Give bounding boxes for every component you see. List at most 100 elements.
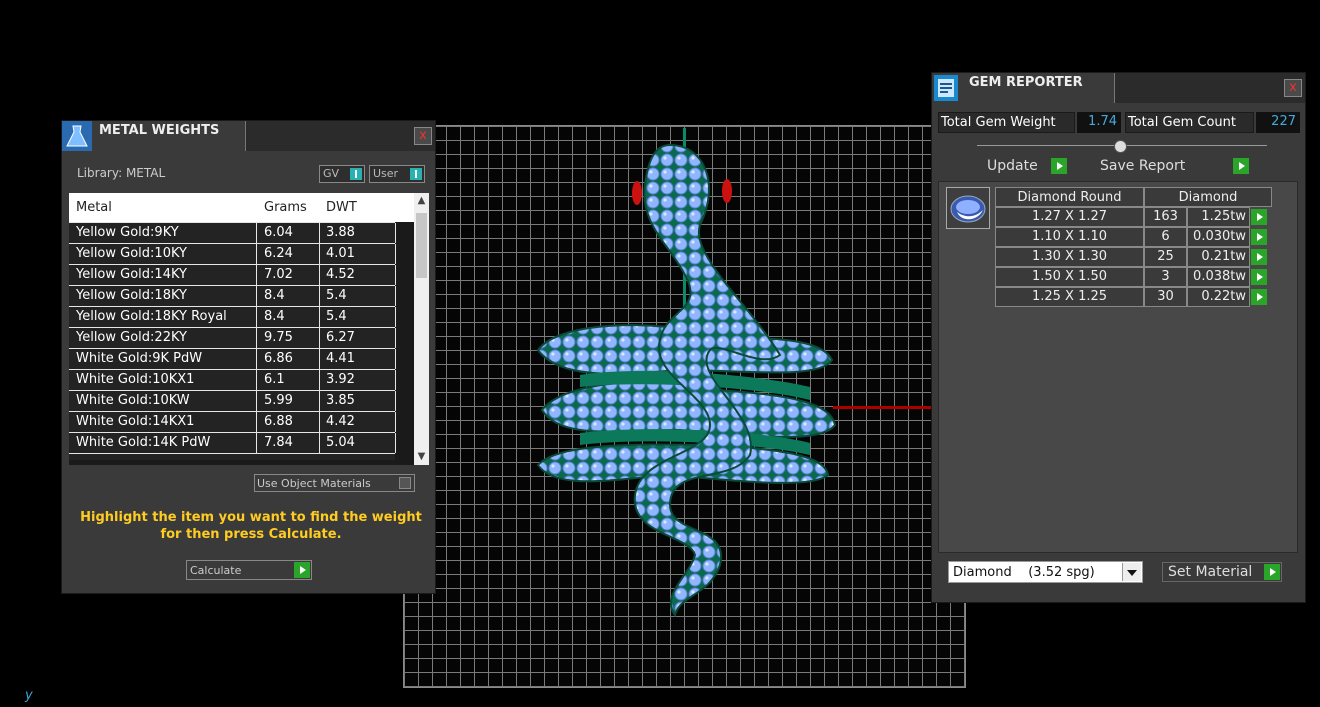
table-row[interactable]: White Gold:14KX1 6.88 4.42: [69, 411, 396, 432]
column-divider: [256, 412, 257, 432]
material-dropdown[interactable]: Diamond (3.52 spg): [948, 561, 1143, 583]
scroll-up-icon[interactable]: ▲: [414, 193, 429, 209]
grams-cell: 6.1: [264, 372, 285, 387]
table-row[interactable]: White Gold:14K PdW 7.84 5.04: [69, 432, 396, 453]
radio-icon[interactable]: [399, 477, 411, 489]
column-divider: [395, 223, 396, 243]
table-row[interactable]: Yellow Gold:18KY 8.4 5.4: [69, 285, 396, 306]
play-arrow-icon[interactable]: [1251, 269, 1267, 285]
gem-reporter-titlebar[interactable]: GEM REPORTER x: [932, 73, 1305, 103]
column-divider: [319, 328, 320, 348]
play-arrow-icon[interactable]: [1233, 158, 1249, 174]
gv-toggle[interactable]: GV: [319, 165, 365, 183]
column-divider: [395, 244, 396, 264]
metal-name-cell: White Gold:10KX1: [76, 372, 195, 387]
column-divider: [256, 307, 257, 327]
table-row[interactable]: Yellow Gold:10KY 6.24 4.01: [69, 243, 396, 264]
play-arrow-icon[interactable]: [294, 562, 310, 578]
metal-name-cell: Yellow Gold:10KY: [76, 246, 187, 261]
column-divider: [256, 286, 257, 306]
gem-row[interactable]: 1.27 X 1.27 163 1.25tw: [995, 207, 1275, 227]
gem-row[interactable]: 1.10 X 1.10 6 0.030tw: [995, 227, 1275, 247]
column-divider: [319, 223, 320, 243]
dwt-cell: 3.92: [326, 372, 355, 387]
play-arrow-icon[interactable]: [1264, 564, 1280, 580]
save-report-button[interactable]: Save Report: [1100, 157, 1252, 177]
table-row[interactable]: White Gold:10KW 5.99 3.85: [69, 390, 396, 411]
gem-weight-cell: 0.21tw: [1187, 247, 1250, 267]
column-divider: [395, 391, 396, 411]
metal-table-scrollbar[interactable]: ▲ ▼: [414, 193, 429, 465]
grams-cell: 7.84: [264, 435, 293, 450]
gem-weight-cell: 0.038tw: [1187, 267, 1250, 287]
table-row-partial[interactable]: [69, 453, 395, 460]
play-arrow-icon[interactable]: [1251, 209, 1267, 225]
gem-row[interactable]: 1.30 X 1.30 25 0.21tw: [995, 247, 1275, 267]
column-divider: [256, 391, 257, 411]
gem-reporter-panel: GEM REPORTER x Total Gem Weight 1.74 Tot…: [931, 72, 1306, 603]
close-button[interactable]: x: [414, 127, 432, 145]
scroll-thumb[interactable]: [416, 213, 427, 278]
gem-row[interactable]: 1.50 X 1.50 3 0.038tw: [995, 267, 1275, 287]
table-row[interactable]: White Gold:9K PdW 6.86 4.41: [69, 348, 396, 369]
table-row[interactable]: White Gold:10KX1 6.1 3.92: [69, 369, 396, 390]
play-arrow-icon[interactable]: [1251, 249, 1267, 265]
table-row[interactable]: Yellow Gold:9KY 6.04 3.88: [69, 222, 396, 243]
gem-list[interactable]: Diamond Round Diamond 1.27 X 1.27 163 1.25…: [938, 181, 1298, 553]
dwt-cell: 4.42: [326, 414, 355, 429]
column-divider: [256, 349, 257, 369]
use-object-materials-option[interactable]: Use Object Materials: [254, 474, 415, 492]
gem-reporter-title: GEM REPORTER: [969, 75, 1083, 90]
column-divider: [395, 433, 396, 453]
column-divider: [319, 286, 320, 306]
column-divider: [256, 433, 257, 453]
set-material-button[interactable]: Set Material: [1162, 562, 1282, 582]
calculate-button[interactable]: Calculate: [186, 560, 312, 580]
metal-table[interactable]: Metal Grams DWT Yellow Gold:9KY 6.04 3.88 Y…: [69, 193, 429, 465]
play-arrow-icon[interactable]: [1251, 229, 1267, 245]
chevron-down-icon[interactable]: [1122, 563, 1141, 581]
table-row[interactable]: Yellow Gold:14KY 7.02 4.52: [69, 264, 396, 285]
table-row[interactable]: Yellow Gold:18KY Royal 8.4 5.4: [69, 306, 396, 327]
total-gem-count-label: Total Gem Count: [1125, 112, 1254, 133]
column-divider: [395, 370, 396, 390]
column-divider: [395, 328, 396, 348]
play-arrow-icon[interactable]: [1051, 158, 1067, 174]
total-gem-weight-value: 1.74: [1077, 112, 1121, 133]
metal-weights-titlebar[interactable]: METAL WEIGHTS x: [62, 121, 435, 151]
column-divider: [395, 265, 396, 285]
metal-weights-title: METAL WEIGHTS: [99, 123, 220, 138]
gem-count-cell: 3: [1144, 267, 1187, 287]
total-gem-count-value: 227: [1256, 112, 1300, 133]
column-divider: [319, 391, 320, 411]
column-divider: [395, 412, 396, 432]
toggle-switch-icon: [410, 168, 422, 180]
update-label: Update: [987, 158, 1038, 174]
table-row[interactable]: Yellow Gold:22KY 9.75 6.27: [69, 327, 396, 348]
metal-name-cell: Yellow Gold:14KY: [76, 267, 187, 282]
column-divider: [319, 433, 320, 453]
instruction-text: Highlight the item you want to find the …: [80, 510, 422, 542]
dwt-cell: 6.27: [326, 330, 355, 345]
gem-row[interactable]: 1.25 X 1.25 30 0.22tw: [995, 287, 1275, 307]
gv-toggle-label: GV: [323, 167, 340, 180]
close-button[interactable]: x: [1284, 79, 1302, 97]
snake-ring-model[interactable]: [520, 125, 850, 625]
metal-name-cell: White Gold:14KX1: [76, 414, 195, 429]
gem-material-header: Diamond: [1144, 187, 1272, 207]
gem-weight-cell: 1.25tw: [1187, 207, 1250, 227]
play-arrow-icon[interactable]: [1251, 289, 1267, 305]
user-toggle-label: User: [373, 167, 399, 180]
gem-count-cell: 163: [1144, 207, 1187, 227]
update-button[interactable]: Update: [987, 157, 1073, 177]
diamond-thumbnail[interactable]: [946, 187, 990, 229]
user-toggle[interactable]: User: [369, 165, 425, 183]
dwt-cell: 5.4: [326, 288, 347, 303]
scroll-down-icon[interactable]: ▼: [414, 449, 429, 465]
set-material-label: Set Material: [1168, 564, 1253, 580]
grams-cell: 6.88: [264, 414, 293, 429]
column-divider: [395, 286, 396, 306]
grams-cell: 5.99: [264, 393, 293, 408]
slider-handle[interactable]: [1114, 140, 1127, 153]
gem-size-cell: 1.30 X 1.30: [995, 247, 1144, 267]
